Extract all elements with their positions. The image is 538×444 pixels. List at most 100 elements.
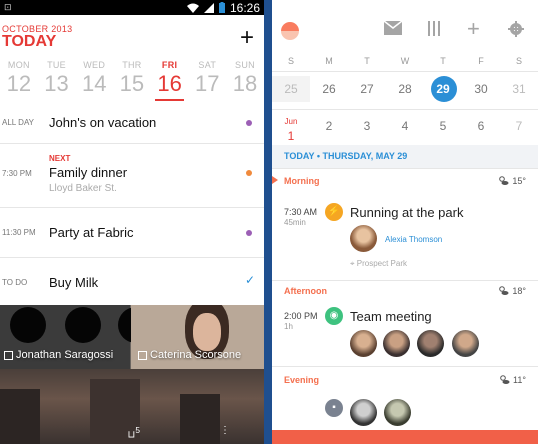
add-event-button[interactable]: +	[240, 26, 254, 50]
app-logo-icon[interactable]	[281, 22, 299, 40]
avatar[interactable]	[350, 399, 377, 426]
day-number: 17	[195, 71, 220, 96]
date-header: OCTOBER 2013 TODAY	[2, 24, 72, 51]
gift-icon	[4, 350, 13, 360]
day-number: 26	[322, 82, 336, 96]
event-duration: 1h	[284, 322, 293, 331]
calendar-day[interactable]: 7	[500, 113, 538, 139]
day-number: 5	[439, 119, 447, 133]
day-number: 18	[232, 71, 258, 96]
weekday-label: M	[325, 56, 333, 66]
attendee-name[interactable]: Alexia Thomson	[385, 235, 442, 244]
right-phone-screen: + S M T W T F S 25 26 27 28 29 30 31 Jun…	[272, 0, 538, 444]
partly-sunny-icon	[499, 286, 509, 295]
weekday-label: T	[440, 56, 446, 66]
event-list: ALL DAY John's on vacation NEXT 7:30 PM …	[0, 104, 264, 305]
event-time: ALL DAY	[2, 118, 35, 127]
next-label: NEXT	[49, 154, 71, 163]
day-name: SUN	[235, 60, 255, 70]
add-icon[interactable]: +	[467, 18, 480, 40]
event-row[interactable]: 11:30 PM Party at Fabric	[0, 208, 264, 258]
day-sat[interactable]: SAT 17	[188, 60, 226, 97]
day-number: 4	[401, 119, 409, 133]
chat-icon: ◉	[325, 307, 343, 325]
avatar[interactable]	[383, 330, 410, 357]
day-number: 1	[287, 129, 295, 143]
bottom-bar: ⊔5 ⋮	[128, 425, 230, 440]
bottom-accent-bar	[272, 430, 538, 444]
weather: 18°	[498, 285, 526, 296]
location-pin-icon: ⌖	[350, 259, 355, 268]
day-number: 2	[325, 119, 333, 133]
calendar-day[interactable]: 30	[462, 76, 500, 102]
calendar-day[interactable]: 2	[310, 113, 348, 139]
temperature: 18°	[512, 285, 526, 296]
day-sun[interactable]: SUN 18	[226, 60, 264, 97]
calendar-day-selected[interactable]: 29	[424, 76, 462, 102]
avatar[interactable]	[452, 330, 479, 357]
signal-icon	[203, 2, 214, 13]
avatar[interactable]	[350, 225, 377, 252]
gift-icon	[138, 350, 147, 360]
day-number: 27	[360, 82, 374, 96]
weather: 11°	[499, 374, 526, 385]
event-time: 7:30 AM	[284, 207, 318, 217]
partly-sunny-icon	[499, 176, 509, 185]
divider	[264, 0, 272, 444]
agenda-date: THURSDAY, MAY 29	[322, 151, 408, 161]
weekday-label: F	[478, 56, 484, 66]
calendar-color-dot	[246, 120, 252, 126]
day-tue[interactable]: TUE 13	[38, 60, 76, 97]
day-number: 7	[515, 119, 523, 133]
calendar-day[interactable]: 26	[310, 76, 348, 102]
afternoon-section: Afternoon 18° 2:00 PM 1h ◉ Team meeting	[272, 280, 538, 366]
partly-sunny-icon	[500, 375, 510, 384]
event-title: John's on vacation	[49, 115, 157, 130]
running-icon: ⚡	[325, 203, 343, 221]
calendar-day[interactable]: 6	[462, 113, 500, 139]
event-time: 2:00 PM	[284, 311, 318, 321]
event-duration: 45min	[284, 218, 306, 227]
day-fri-selected[interactable]: FRI 16	[151, 60, 189, 101]
calendar-day[interactable]: 28	[386, 76, 424, 102]
contacts-strip: Jonathan Saragossi Caterina Scorsone ⊔5 …	[0, 305, 264, 444]
calendar-day[interactable]: Jun 1	[272, 113, 310, 143]
event-row[interactable]: NEXT 7:30 PM Family dinner Lloyd Baker S…	[0, 144, 264, 208]
inbox-badge[interactable]: ⊔5	[128, 425, 140, 440]
day-number: 29	[436, 82, 450, 96]
top-toolbar: +	[272, 0, 538, 52]
divider	[272, 71, 538, 72]
day-mon[interactable]: MON 12	[0, 60, 38, 97]
calendar-day[interactable]: 25	[272, 76, 310, 102]
group-icon: ▪	[325, 399, 343, 417]
event-title: Running at the park	[350, 205, 464, 220]
settings-gear-icon[interactable]	[508, 21, 524, 40]
calendar-day[interactable]: 31	[500, 76, 538, 102]
day-thr[interactable]: THR 15	[113, 60, 151, 97]
battery-icon	[218, 2, 225, 13]
avatar[interactable]	[350, 330, 377, 357]
view-columns-icon[interactable]	[427, 21, 441, 39]
contact-name-text: Jonathan Saragossi	[16, 349, 114, 361]
day-name: WED	[83, 60, 106, 70]
avatar[interactable]	[384, 399, 411, 426]
day-number: 16	[157, 71, 182, 96]
calendar-day[interactable]: 5	[424, 113, 462, 139]
overflow-menu-icon[interactable]: ⋮	[220, 425, 230, 440]
event-location: Lloyd Baker St.	[49, 183, 117, 194]
notification-icon: ⊡	[4, 2, 12, 12]
avatar[interactable]	[417, 330, 444, 357]
todo-row[interactable]: TO DO Buy Milk ✓	[0, 258, 264, 305]
today-label[interactable]: TODAY	[2, 33, 72, 51]
calendar-day[interactable]: 3	[348, 113, 386, 139]
todo-label: TO DO	[2, 278, 28, 287]
section-label: Morning	[284, 176, 320, 186]
calendar-color-dot	[246, 170, 252, 176]
calendar-day[interactable]: 4	[386, 113, 424, 139]
calendar-day[interactable]: 27	[348, 76, 386, 102]
day-wed[interactable]: WED 14	[75, 60, 113, 97]
checkmark-icon[interactable]: ✓	[245, 273, 255, 287]
mail-icon[interactable]	[383, 20, 403, 38]
event-row[interactable]: ALL DAY John's on vacation	[0, 104, 264, 144]
calendar-color-dot	[246, 230, 252, 236]
